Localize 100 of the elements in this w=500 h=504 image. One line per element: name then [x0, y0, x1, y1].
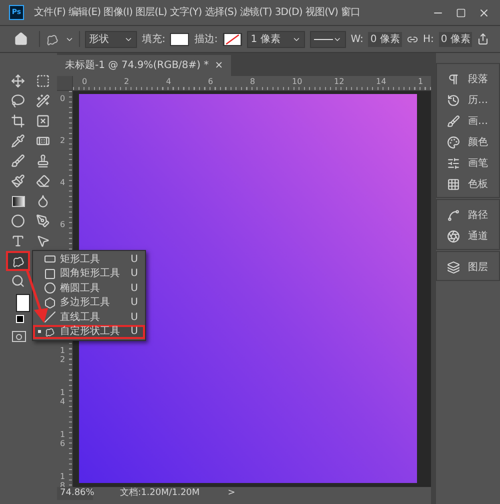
move-icon — [11, 74, 25, 88]
rounded-rectangle-icon — [44, 268, 56, 280]
ruler-label: 4 — [60, 179, 66, 188]
ruler-label: 14 — [60, 389, 66, 407]
menu-item[interactable]: 文件(F) — [34, 5, 66, 20]
flyout-item[interactable]: 圆角矩形工具 U — [33, 266, 145, 281]
grid-icon — [447, 178, 460, 191]
history-icon — [447, 94, 460, 107]
ruler-label: 14 — [376, 77, 386, 86]
rectangle-icon — [44, 253, 56, 266]
type-icon — [11, 234, 25, 248]
width-field[interactable]: 0 像素 — [368, 32, 402, 46]
flyout-item[interactable]: 自定形状工具 U — [33, 324, 145, 339]
healing-icon — [36, 134, 50, 148]
pilcrow-icon — [447, 73, 460, 86]
panel-button[interactable]: 通道 — [437, 226, 499, 247]
marquee-icon — [36, 74, 50, 88]
history-brush-icon — [11, 174, 25, 188]
foreground-color-swatch[interactable] — [16, 294, 30, 312]
menu-item[interactable]: 滤镜(T) — [240, 5, 272, 20]
panel-button[interactable]: 路径 — [437, 205, 499, 226]
selected-bullet-icon — [38, 330, 41, 334]
panel-button[interactable]: 颜色 — [437, 132, 499, 153]
menu-item[interactable]: 文字(Y) — [170, 5, 202, 20]
tab-close-icon[interactable]: × — [214, 58, 224, 73]
stroke-label: 描边: — [194, 32, 218, 46]
magic-wand-icon — [36, 94, 50, 108]
pointer-icon — [36, 234, 50, 248]
ruler-label: 8 — [250, 77, 256, 86]
panel-button[interactable]: 段落 — [437, 69, 499, 90]
document-size: 文档:1.20M/1.20M — [120, 487, 200, 500]
line-icon — [44, 311, 56, 324]
ruler-label: 16 — [60, 431, 66, 449]
document-tab[interactable]: 未标题-1 @ 74.9%(RGB/8#) * × — [57, 55, 232, 76]
panel-button[interactable]: 画… — [437, 111, 499, 132]
eyedropper-icon — [11, 134, 25, 148]
shape-mode-dropdown[interactable]: 形状 — [85, 30, 137, 48]
ruler-label: 2 — [60, 137, 66, 146]
ruler-label: 6 — [60, 221, 66, 230]
stamp-icon — [36, 154, 50, 168]
flyout-item[interactable]: 矩形工具 U — [33, 252, 145, 266]
stroke-width-dropdown[interactable]: 1 像素 — [246, 30, 305, 48]
custom-shape-icon — [44, 326, 56, 338]
flyout-item[interactable]: 椭圆工具 U — [33, 281, 145, 296]
menu-item[interactable]: 窗口 — [341, 5, 360, 20]
panel-button[interactable]: 历… — [437, 90, 499, 111]
pen-icon — [36, 214, 50, 228]
fill-label: 填充: — [142, 32, 166, 46]
menu-item[interactable]: 图像(I) — [104, 5, 132, 20]
height-label: H: — [422, 32, 434, 46]
crop-icon — [11, 114, 25, 128]
ruler-label: 0 — [82, 77, 88, 86]
palette-icon — [447, 136, 460, 149]
layers-icon — [447, 261, 460, 274]
menu-item[interactable]: 图层(L) — [135, 5, 167, 20]
swap-colors-icon[interactable] — [16, 315, 24, 323]
panel-button[interactable]: 色板 — [437, 174, 499, 195]
menu-item[interactable]: 视图(V) — [305, 5, 338, 20]
menu-item[interactable]: 3D(D) — [274, 5, 302, 20]
lasso-icon — [11, 94, 25, 108]
ruler-label: 2 — [124, 77, 130, 86]
stroke-style-dropdown[interactable] — [310, 30, 346, 48]
brush-icon — [447, 115, 460, 128]
width-label: W: — [350, 32, 364, 46]
ruler-label: 1 — [418, 77, 424, 86]
tool-button[interactable] — [6, 251, 30, 271]
stroke-swatch[interactable] — [222, 32, 242, 46]
ruler-label: 4 — [166, 77, 172, 86]
height-field[interactable]: 0 像素 — [438, 32, 472, 46]
ruler-label: 10 — [292, 77, 302, 86]
ruler-label: 6 — [208, 77, 214, 86]
eraser-icon — [36, 174, 50, 188]
ruler-label: 12 — [60, 347, 66, 365]
status-menu-arrow[interactable]: > — [228, 487, 236, 500]
quick-mask-icon[interactable] — [12, 331, 26, 342]
brush-icon — [11, 154, 25, 168]
flyout-item[interactable]: 多边形工具 U — [33, 296, 145, 310]
flyout-item[interactable]: 直线工具 U — [33, 310, 145, 324]
export-icon[interactable] — [477, 33, 490, 45]
frame-icon — [36, 114, 50, 128]
path-icon — [447, 209, 460, 222]
menu-item[interactable]: 编辑(E) — [68, 5, 101, 20]
maximize-icon[interactable] — [456, 8, 466, 18]
ruler-label: 12 — [334, 77, 344, 86]
sliders-icon — [447, 157, 460, 170]
panel-button[interactable]: 画笔 — [437, 153, 499, 174]
zoom-icon — [11, 274, 25, 288]
ruler-label: 0 — [60, 95, 66, 104]
gradient-icon — [12, 196, 24, 206]
panel-button[interactable]: 图层 — [437, 257, 499, 278]
line-style-icon — [314, 38, 334, 40]
annotation-arrow — [24, 268, 50, 324]
polygon-icon — [44, 296, 56, 309]
droplet-icon — [36, 194, 50, 208]
fill-swatch[interactable] — [170, 32, 190, 46]
home-icon[interactable] — [14, 32, 28, 46]
zoom-level[interactable]: 74.86% — [57, 487, 93, 500]
ellipse-icon — [44, 282, 56, 294]
menu-item[interactable]: 选择(S) — [204, 5, 237, 20]
close-icon[interactable] — [478, 6, 490, 18]
